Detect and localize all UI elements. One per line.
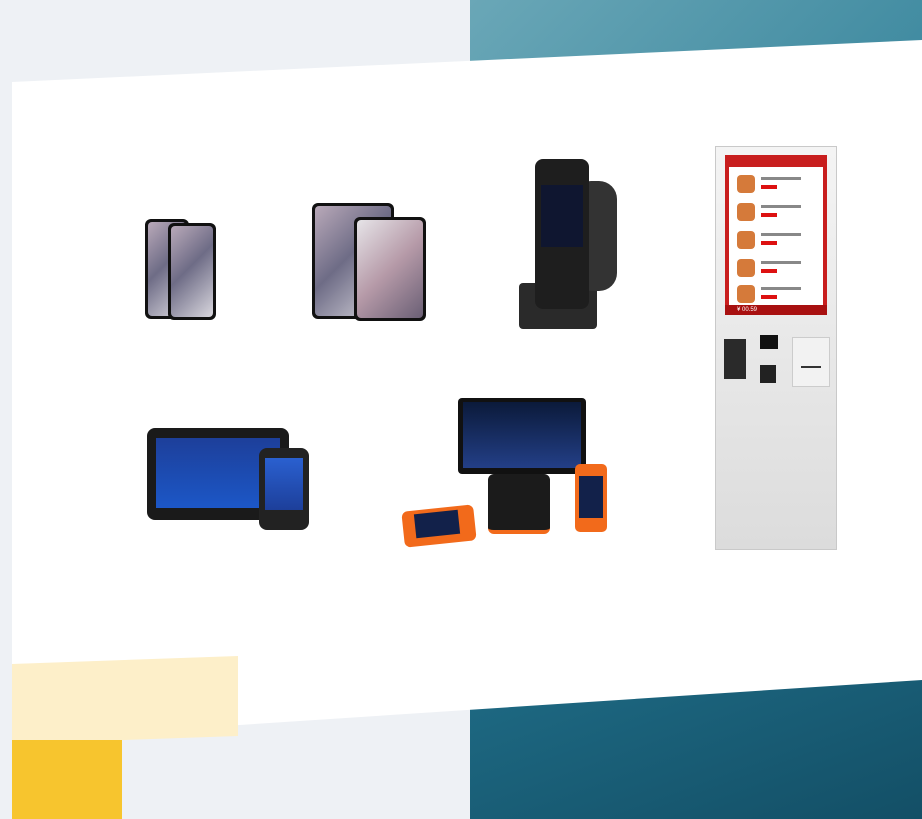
kiosk-scanner	[760, 365, 776, 383]
tablets-image	[310, 203, 428, 321]
pos-main-screen	[463, 402, 581, 468]
kiosk-price-bar: ¥ 00.59	[725, 305, 827, 315]
pos-mobile-screen	[413, 509, 461, 539]
kiosk-card-reader	[760, 335, 778, 349]
kiosk-screen: ¥ 00.59	[725, 155, 827, 315]
scanner-screen	[541, 185, 583, 247]
tablet-front	[354, 217, 426, 321]
phone-front	[168, 223, 216, 320]
pos-handheld-screen	[579, 476, 603, 518]
kiosk-menu-list	[729, 167, 823, 307]
pos-stand	[488, 474, 550, 534]
kiosk-receipt-printer	[724, 339, 746, 379]
kiosk-price-text: ¥ 00.59	[737, 307, 758, 313]
self-service-kiosk-image: ¥ 00.59	[715, 146, 837, 550]
kiosk-panel	[792, 337, 830, 387]
background-yellow	[12, 740, 122, 819]
rugged-handheld-screen	[265, 458, 303, 510]
handheld-scanner-image	[517, 155, 627, 331]
smartphones-image	[140, 215, 220, 321]
background-yellow-light	[12, 656, 238, 744]
rugged-tablet-image	[147, 428, 317, 532]
pos-terminal-set-image	[401, 398, 608, 548]
